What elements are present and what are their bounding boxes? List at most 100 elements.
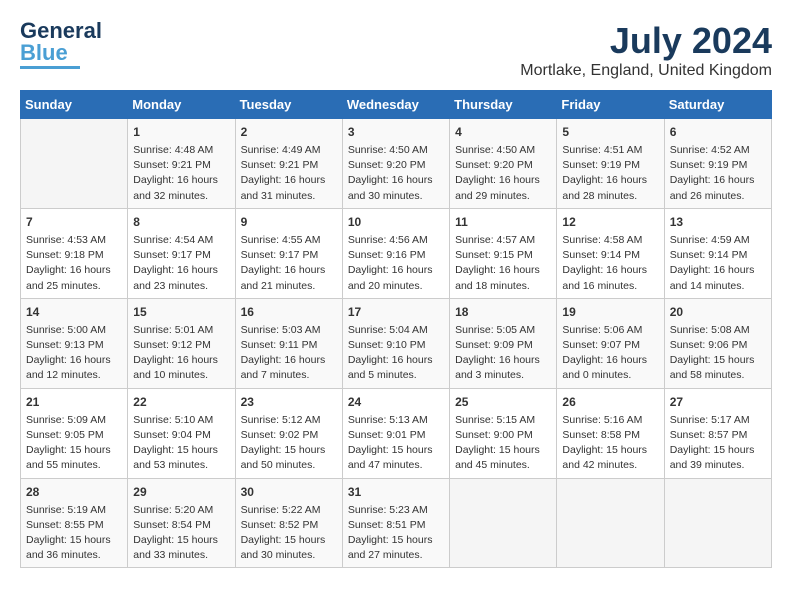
daylight-text: Daylight: 16 hours and 25 minutes. bbox=[26, 263, 122, 293]
cell-content: Sunrise: 5:10 AM Sunset: 9:04 PM Dayligh… bbox=[133, 413, 229, 474]
calendar-cell: 20 Sunrise: 5:08 AM Sunset: 9:06 PM Dayl… bbox=[664, 298, 771, 388]
day-number: 25 bbox=[455, 393, 551, 411]
sunset-text: Sunset: 9:21 PM bbox=[133, 158, 229, 173]
sunrise-text: Sunrise: 5:15 AM bbox=[455, 413, 551, 428]
cell-content: Sunrise: 4:49 AM Sunset: 9:21 PM Dayligh… bbox=[241, 143, 337, 204]
cell-content: Sunrise: 4:52 AM Sunset: 9:19 PM Dayligh… bbox=[670, 143, 766, 204]
daylight-text: Daylight: 15 hours and 33 minutes. bbox=[133, 533, 229, 563]
day-number: 7 bbox=[26, 213, 122, 231]
day-number: 9 bbox=[241, 213, 337, 231]
cell-content: Sunrise: 4:48 AM Sunset: 9:21 PM Dayligh… bbox=[133, 143, 229, 204]
cell-content: Sunrise: 4:50 AM Sunset: 9:20 PM Dayligh… bbox=[455, 143, 551, 204]
daylight-text: Daylight: 16 hours and 14 minutes. bbox=[670, 263, 766, 293]
calendar-cell: 7 Sunrise: 4:53 AM Sunset: 9:18 PM Dayli… bbox=[21, 208, 128, 298]
daylight-text: Daylight: 16 hours and 10 minutes. bbox=[133, 353, 229, 383]
sunset-text: Sunset: 9:10 PM bbox=[348, 338, 444, 353]
cell-content: Sunrise: 5:22 AM Sunset: 8:52 PM Dayligh… bbox=[241, 503, 337, 564]
sunset-text: Sunset: 9:01 PM bbox=[348, 428, 444, 443]
logo-underline bbox=[20, 66, 80, 69]
sunrise-text: Sunrise: 4:54 AM bbox=[133, 233, 229, 248]
day-number: 12 bbox=[562, 213, 658, 231]
sunrise-text: Sunrise: 5:04 AM bbox=[348, 323, 444, 338]
daylight-text: Daylight: 15 hours and 27 minutes. bbox=[348, 533, 444, 563]
cell-content: Sunrise: 4:50 AM Sunset: 9:20 PM Dayligh… bbox=[348, 143, 444, 204]
calendar-cell: 27 Sunrise: 5:17 AM Sunset: 8:57 PM Dayl… bbox=[664, 388, 771, 478]
month-title: July 2024 bbox=[520, 20, 772, 62]
sunset-text: Sunset: 8:54 PM bbox=[133, 518, 229, 533]
daylight-text: Daylight: 15 hours and 42 minutes. bbox=[562, 443, 658, 473]
day-number: 4 bbox=[455, 123, 551, 141]
calendar-cell: 16 Sunrise: 5:03 AM Sunset: 9:11 PM Dayl… bbox=[235, 298, 342, 388]
sunset-text: Sunset: 9:18 PM bbox=[26, 248, 122, 263]
logo-text: GeneralBlue bbox=[20, 20, 102, 64]
sunset-text: Sunset: 9:11 PM bbox=[241, 338, 337, 353]
header-saturday: Saturday bbox=[664, 91, 771, 119]
calendar-cell: 9 Sunrise: 4:55 AM Sunset: 9:17 PM Dayli… bbox=[235, 208, 342, 298]
calendar-cell: 1 Sunrise: 4:48 AM Sunset: 9:21 PM Dayli… bbox=[128, 119, 235, 209]
sunrise-text: Sunrise: 4:52 AM bbox=[670, 143, 766, 158]
sunset-text: Sunset: 9:07 PM bbox=[562, 338, 658, 353]
sunrise-text: Sunrise: 5:20 AM bbox=[133, 503, 229, 518]
daylight-text: Daylight: 16 hours and 30 minutes. bbox=[348, 173, 444, 203]
cell-content: Sunrise: 5:23 AM Sunset: 8:51 PM Dayligh… bbox=[348, 503, 444, 564]
day-number: 24 bbox=[348, 393, 444, 411]
calendar-cell: 26 Sunrise: 5:16 AM Sunset: 8:58 PM Dayl… bbox=[557, 388, 664, 478]
daylight-text: Daylight: 16 hours and 18 minutes. bbox=[455, 263, 551, 293]
calendar-cell: 11 Sunrise: 4:57 AM Sunset: 9:15 PM Dayl… bbox=[450, 208, 557, 298]
header-sunday: Sunday bbox=[21, 91, 128, 119]
sunrise-text: Sunrise: 5:12 AM bbox=[241, 413, 337, 428]
daylight-text: Daylight: 15 hours and 45 minutes. bbox=[455, 443, 551, 473]
calendar-cell: 6 Sunrise: 4:52 AM Sunset: 9:19 PM Dayli… bbox=[664, 119, 771, 209]
day-number: 26 bbox=[562, 393, 658, 411]
cell-content: Sunrise: 4:55 AM Sunset: 9:17 PM Dayligh… bbox=[241, 233, 337, 294]
calendar-cell bbox=[664, 478, 771, 568]
sunset-text: Sunset: 8:57 PM bbox=[670, 428, 766, 443]
cell-content: Sunrise: 4:51 AM Sunset: 9:19 PM Dayligh… bbox=[562, 143, 658, 204]
day-number: 15 bbox=[133, 303, 229, 321]
sunset-text: Sunset: 9:12 PM bbox=[133, 338, 229, 353]
sunset-text: Sunset: 9:19 PM bbox=[562, 158, 658, 173]
day-number: 30 bbox=[241, 483, 337, 501]
daylight-text: Daylight: 16 hours and 16 minutes. bbox=[562, 263, 658, 293]
calendar-cell: 19 Sunrise: 5:06 AM Sunset: 9:07 PM Dayl… bbox=[557, 298, 664, 388]
day-number: 22 bbox=[133, 393, 229, 411]
calendar-cell: 29 Sunrise: 5:20 AM Sunset: 8:54 PM Dayl… bbox=[128, 478, 235, 568]
calendar-cell: 12 Sunrise: 4:58 AM Sunset: 9:14 PM Dayl… bbox=[557, 208, 664, 298]
day-number: 5 bbox=[562, 123, 658, 141]
day-number: 18 bbox=[455, 303, 551, 321]
cell-content: Sunrise: 5:17 AM Sunset: 8:57 PM Dayligh… bbox=[670, 413, 766, 474]
sunset-text: Sunset: 9:15 PM bbox=[455, 248, 551, 263]
sunrise-text: Sunrise: 4:49 AM bbox=[241, 143, 337, 158]
calendar-cell: 2 Sunrise: 4:49 AM Sunset: 9:21 PM Dayli… bbox=[235, 119, 342, 209]
daylight-text: Daylight: 15 hours and 53 minutes. bbox=[133, 443, 229, 473]
calendar-cell: 5 Sunrise: 4:51 AM Sunset: 9:19 PM Dayli… bbox=[557, 119, 664, 209]
sunset-text: Sunset: 9:06 PM bbox=[670, 338, 766, 353]
day-number: 3 bbox=[348, 123, 444, 141]
sunset-text: Sunset: 9:20 PM bbox=[348, 158, 444, 173]
daylight-text: Daylight: 15 hours and 30 minutes. bbox=[241, 533, 337, 563]
sunrise-text: Sunrise: 4:51 AM bbox=[562, 143, 658, 158]
sunrise-text: Sunrise: 4:56 AM bbox=[348, 233, 444, 248]
day-number: 23 bbox=[241, 393, 337, 411]
calendar-cell: 18 Sunrise: 5:05 AM Sunset: 9:09 PM Dayl… bbox=[450, 298, 557, 388]
calendar-week-5: 28 Sunrise: 5:19 AM Sunset: 8:55 PM Dayl… bbox=[21, 478, 772, 568]
cell-content: Sunrise: 5:09 AM Sunset: 9:05 PM Dayligh… bbox=[26, 413, 122, 474]
daylight-text: Daylight: 15 hours and 47 minutes. bbox=[348, 443, 444, 473]
cell-content: Sunrise: 5:19 AM Sunset: 8:55 PM Dayligh… bbox=[26, 503, 122, 564]
calendar-cell: 15 Sunrise: 5:01 AM Sunset: 9:12 PM Dayl… bbox=[128, 298, 235, 388]
sunset-text: Sunset: 9:17 PM bbox=[241, 248, 337, 263]
daylight-text: Daylight: 16 hours and 7 minutes. bbox=[241, 353, 337, 383]
sunset-text: Sunset: 9:14 PM bbox=[562, 248, 658, 263]
calendar-cell bbox=[21, 119, 128, 209]
day-number: 28 bbox=[26, 483, 122, 501]
daylight-text: Daylight: 15 hours and 55 minutes. bbox=[26, 443, 122, 473]
daylight-text: Daylight: 16 hours and 20 minutes. bbox=[348, 263, 444, 293]
day-number: 17 bbox=[348, 303, 444, 321]
calendar-cell: 28 Sunrise: 5:19 AM Sunset: 8:55 PM Dayl… bbox=[21, 478, 128, 568]
daylight-text: Daylight: 16 hours and 23 minutes. bbox=[133, 263, 229, 293]
sunset-text: Sunset: 9:00 PM bbox=[455, 428, 551, 443]
header-wednesday: Wednesday bbox=[342, 91, 449, 119]
page-header: GeneralBlue July 2024 Mortlake, England,… bbox=[20, 20, 772, 80]
header-tuesday: Tuesday bbox=[235, 91, 342, 119]
calendar-cell: 10 Sunrise: 4:56 AM Sunset: 9:16 PM Dayl… bbox=[342, 208, 449, 298]
